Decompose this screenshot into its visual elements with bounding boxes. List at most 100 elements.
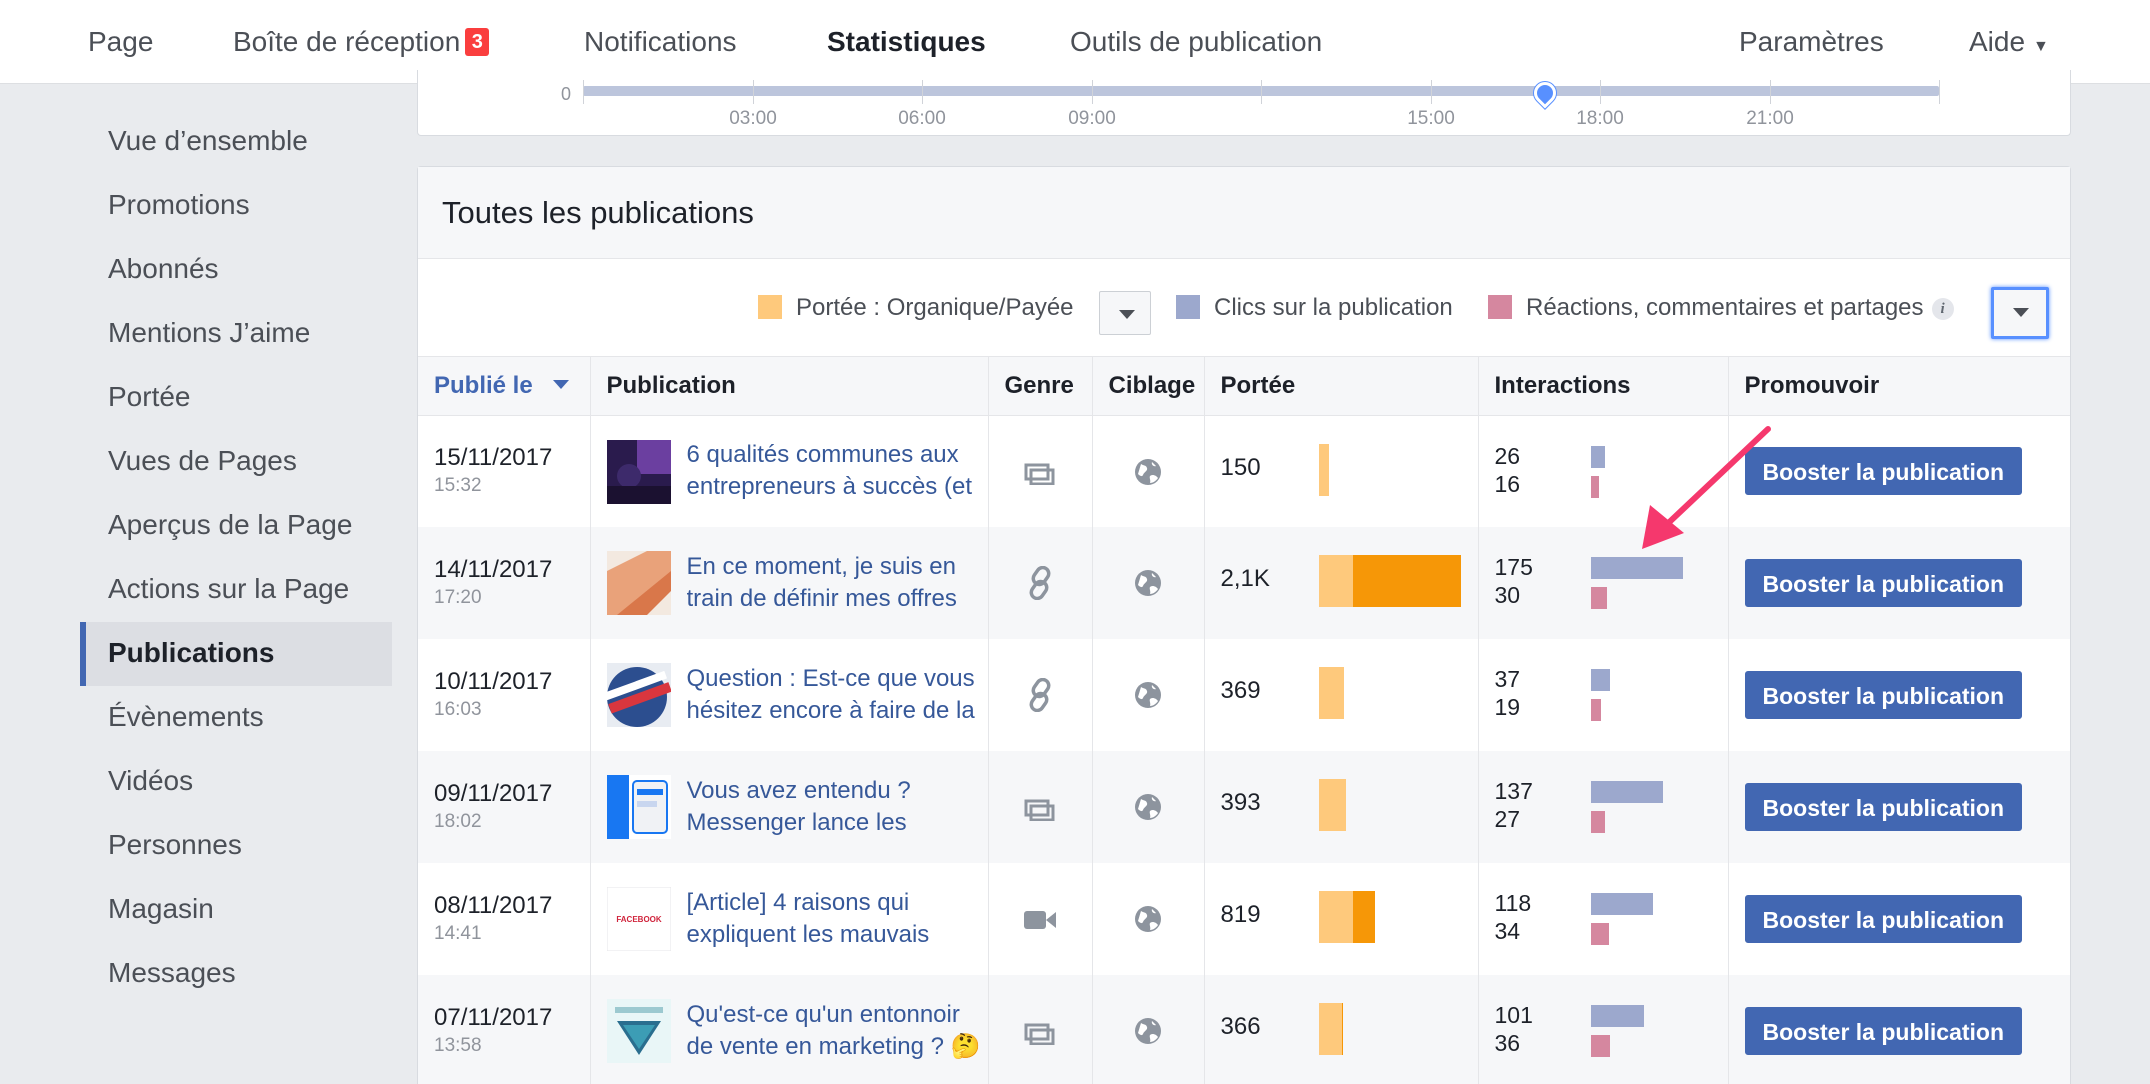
sidebar-item-page-previews[interactable]: Aperçus de la Page: [80, 494, 392, 558]
sidebar-item-promotions[interactable]: Promotions: [80, 174, 392, 238]
reactions-value: 36: [1494, 1030, 1521, 1056]
paid-reach-bar: [1352, 555, 1461, 607]
post-title-link[interactable]: Question : Est-ce que vous hésitez encor…: [687, 663, 988, 727]
type-cell: [988, 751, 1093, 863]
sidebar-item-videos[interactable]: Vidéos: [80, 750, 392, 814]
info-icon[interactable]: i: [1931, 297, 1954, 320]
sidebar-item-shop[interactable]: Magasin: [80, 878, 392, 942]
type-cell: [988, 863, 1093, 975]
sidebar-item-actions[interactable]: Actions sur la Page: [80, 558, 392, 622]
post-time: 16:03: [434, 699, 482, 720]
sidebar-item-label: Actions sur la Page: [108, 573, 350, 604]
reactions-bar: [1590, 587, 1607, 609]
table-row[interactable]: 08/11/2017 14:41 FACEBOOK [Article] 4 raiso…: [418, 863, 2070, 975]
table-row[interactable]: 15/11/2017 15:32 6 qualités communes aux e…: [418, 415, 2070, 527]
table-row[interactable]: 07/11/2017 13:58 Qu'est-ce qu'un entonnoir…: [418, 975, 2070, 1084]
boost-post-button[interactable]: Booster la publication: [1744, 1007, 2023, 1055]
promote-cell: Booster la publication: [1728, 639, 2070, 751]
legend-reach: Portée : Organique/Payée: [758, 259, 1074, 357]
timeline-tick: [1431, 80, 1432, 104]
sidebar-item-followers[interactable]: Abonnés: [80, 238, 392, 302]
boost-post-button[interactable]: Booster la publication: [1744, 783, 2023, 831]
chevron-down-icon: ▼: [2033, 38, 2049, 55]
sidebar-item-people[interactable]: Personnes: [80, 814, 392, 878]
interactions-cell: 137 27: [1478, 751, 1729, 863]
reach-value: 819: [1220, 901, 1261, 928]
boost-post-button[interactable]: Booster la publication: [1744, 671, 2023, 719]
reach-cell: 2,1K: [1204, 527, 1479, 639]
boost-post-button[interactable]: Booster la publication: [1744, 895, 2023, 943]
timeline-tick: [922, 80, 923, 104]
sidebar-item-label: Abonnés: [108, 253, 219, 284]
interactions-dropdown-button[interactable]: [1991, 287, 2049, 339]
organic-reach-bar: [1318, 555, 1353, 607]
publication-cell: 6 qualités communes aux entrepreneurs à …: [590, 415, 989, 527]
column-header-type[interactable]: Genre: [988, 357, 1093, 416]
timeline-tick: [1261, 80, 1262, 104]
promote-cell: Booster la publication: [1728, 415, 2070, 527]
globe-icon: [1134, 793, 1162, 821]
timeline-label: 21:00: [1746, 108, 1794, 129]
post-time: 15:32: [434, 475, 482, 497]
clicks-value: 118: [1494, 890, 1532, 916]
sidebar-item-posts[interactable]: Publications: [80, 622, 392, 686]
post-time: 18:02: [434, 811, 482, 832]
all-posts-card: Toutes les publications Portée : Organiq…: [417, 166, 2071, 1084]
organic-reach-bar: [1318, 667, 1344, 719]
clicks-bar: [1590, 669, 1610, 691]
targeting-cell: [1092, 415, 1205, 527]
table-row[interactable]: 09/11/2017 18:02 Vous avez entendu ? Messe…: [418, 751, 2070, 863]
timeline-marker-icon[interactable]: [1529, 77, 1561, 109]
sidebar-item-reach[interactable]: Portée: [80, 366, 392, 430]
tab-label: Boîte de réception: [233, 26, 461, 57]
interactions-cell: 118 34: [1478, 863, 1729, 975]
sidebar-item-events[interactable]: Évènements: [80, 686, 392, 750]
column-header-interactions[interactable]: Interactions: [1478, 357, 1729, 416]
publication-cell: Qu'est-ce qu'un entonnoir de vente en ma…: [590, 975, 989, 1084]
sidebar-item-page-views[interactable]: Vues de Pages: [80, 430, 392, 494]
column-header-date[interactable]: Publié le: [418, 357, 591, 416]
post-title-link[interactable]: Qu'est-ce qu'un entonnoir de vente en ma…: [687, 999, 988, 1063]
timeline-tick: [1600, 80, 1601, 104]
date-cell: 08/11/2017 14:41: [418, 863, 591, 975]
organic-reach-bar: [1318, 1003, 1342, 1055]
reactions-value: 16: [1494, 470, 1521, 497]
sidebar-item-likes[interactable]: Mentions J’aime: [80, 302, 392, 366]
organic-reach-bar: [1318, 443, 1329, 496]
column-label: Ciblage: [1108, 371, 1196, 399]
album-icon: [1024, 1017, 1056, 1045]
column-header-targeting[interactable]: Ciblage: [1092, 357, 1205, 416]
reactions-bar: [1590, 699, 1601, 721]
table-row[interactable]: 10/11/2017 16:03 Question : Est-ce que vou…: [418, 639, 2070, 751]
post-time: 17:20: [434, 587, 482, 608]
post-title-link[interactable]: [Article] 4 raisons qui expliquent les m…: [687, 887, 988, 951]
promote-cell: Booster la publication: [1728, 863, 2070, 975]
publication-cell: En ce moment, je suis en train de défini…: [590, 527, 989, 639]
legend-label: Réactions, commentaires et partages: [1526, 294, 1924, 321]
reactions-value: 30: [1494, 582, 1521, 608]
boost-post-button[interactable]: Booster la publication: [1744, 559, 2023, 607]
reach-dropdown-button[interactable]: [1099, 291, 1151, 335]
table-row[interactable]: 14/11/2017 17:20 En ce moment, je suis en …: [418, 527, 2070, 639]
post-title-link[interactable]: En ce moment, je suis en train de défini…: [687, 551, 988, 615]
globe-icon: [1134, 1017, 1162, 1045]
sidebar-item-overview[interactable]: Vue d’ensemble: [80, 110, 392, 174]
tab-page[interactable]: Page: [88, 0, 153, 84]
boost-post-button[interactable]: Booster la publication: [1744, 447, 2023, 496]
timeline-label: 03:00: [729, 108, 777, 129]
column-header-publication[interactable]: Publication: [590, 357, 989, 416]
reach-value: 393: [1220, 789, 1261, 816]
sidebar-item-messages[interactable]: Messages: [80, 942, 392, 1006]
legend-label: Portée : Organique/Payée: [796, 294, 1074, 321]
column-label: Publié le: [434, 371, 533, 399]
timeline-label: 09:00: [1068, 108, 1116, 129]
publication-cell: Question : Est-ce que vous hésitez encor…: [590, 639, 989, 751]
tab-label: Aide: [1969, 26, 2026, 57]
tab-label: Page: [88, 26, 154, 57]
column-header-reach[interactable]: Portée: [1204, 357, 1479, 416]
legend-clicks: Clics sur la publication: [1176, 259, 1453, 357]
post-title-link[interactable]: Vous avez entendu ? Messenger lance les: [687, 775, 988, 839]
clicks-bar: [1590, 781, 1663, 803]
timeline-tick: [1092, 80, 1093, 104]
post-title-link[interactable]: 6 qualités communes aux entrepreneurs à …: [687, 439, 988, 503]
